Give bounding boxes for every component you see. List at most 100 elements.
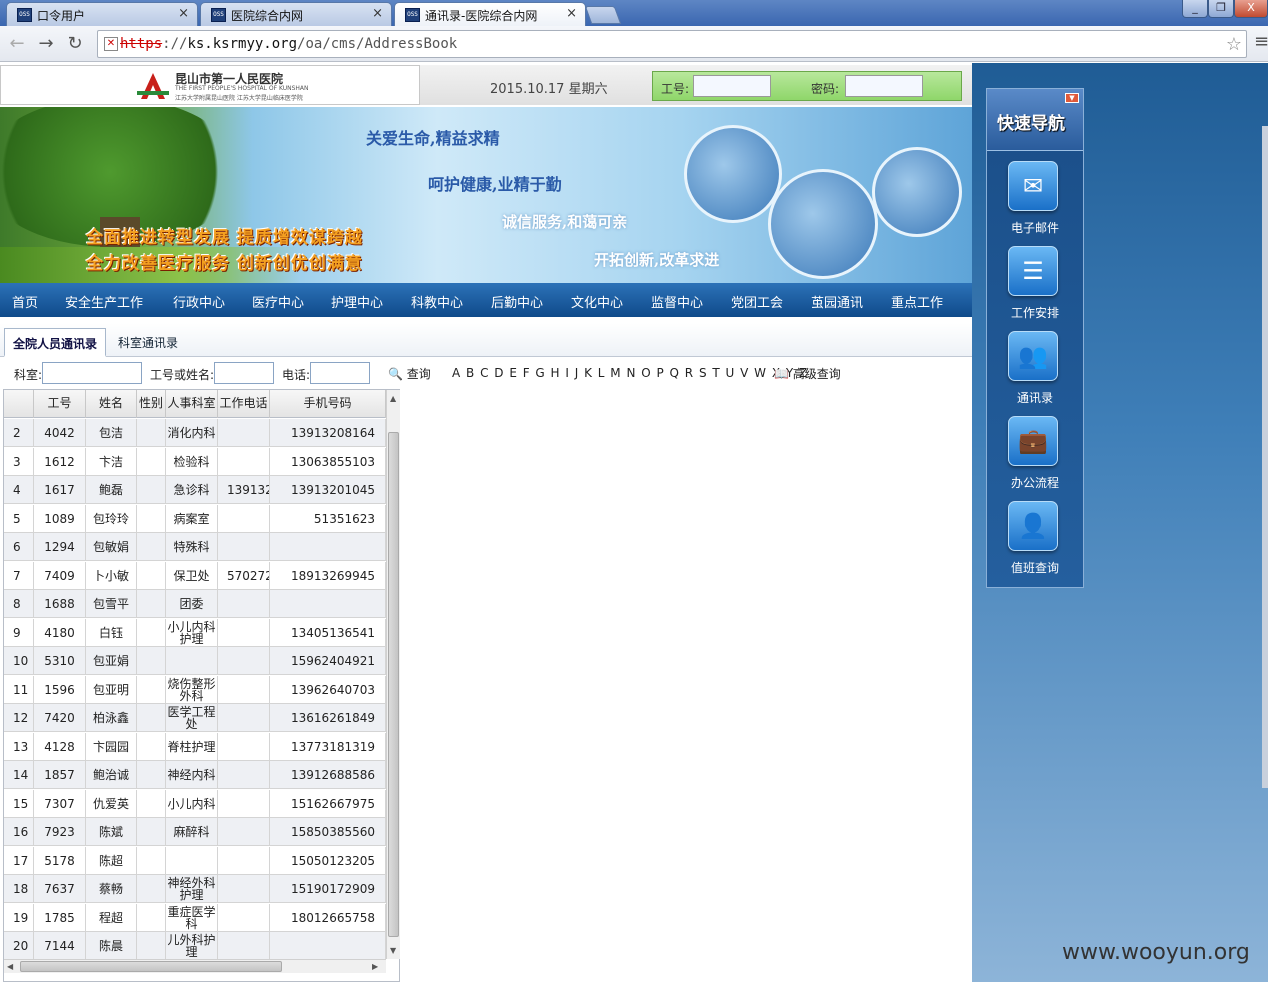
insecure-lock-icon[interactable]: ✕ <box>104 37 118 51</box>
table-row[interactable]: 17 5178 陈超 15050123205 <box>4 846 386 875</box>
nav-safety[interactable]: 安全生产工作 <box>65 292 143 311</box>
main-nav: 首页 安全生产工作 行政中心 医疗中心 护理中心 科教中心 后勤中心 文化中心 … <box>0 283 972 317</box>
cell-department: 小儿内科 <box>166 789 218 818</box>
table-row[interactable]: 16 7923 陈斌 麻醉科 15850385560 <box>4 818 386 846</box>
column-header-staff-name[interactable]: 姓名 <box>86 390 137 418</box>
table-row[interactable]: 15 7307 仇爱英 小儿内科 15162667975 <box>4 789 386 818</box>
hospital-affiliation: 江苏大学附属昆山医院 江苏大学昆山临床医学院 <box>175 95 303 102</box>
nav-culture[interactable]: 文化中心 <box>571 292 623 311</box>
close-tab-icon[interactable]: × <box>178 6 189 21</box>
table-row[interactable]: 3 1612 卞洁 检验科 13063855103 <box>4 447 386 476</box>
quick-nav-duty[interactable]: 👤 值班查询 <box>987 501 1083 581</box>
nav-newsletter[interactable]: 茧园通讯 <box>811 292 863 311</box>
forward-arrow-icon[interactable]: → <box>35 33 57 55</box>
tab-all-staff[interactable]: 全院人员通讯录 <box>4 328 107 357</box>
horizontal-scrollbar[interactable]: ◀ ▶ <box>4 959 386 973</box>
cell-row-number: 18 <box>4 875 34 903</box>
login-id-input[interactable] <box>693 75 771 97</box>
column-header-department[interactable]: 人事科室 <box>166 390 218 418</box>
dept-label: 科室: <box>14 368 43 382</box>
bookmark-star-icon[interactable]: ☆ <box>1226 34 1242 55</box>
vertical-scroll-thumb[interactable] <box>388 432 399 937</box>
column-header-work-phone[interactable]: 工作电话 <box>218 390 270 418</box>
cell-staff-name: 包玲玲 <box>86 504 137 533</box>
browser-menu-icon[interactable]: ≡ <box>1254 31 1268 52</box>
close-tab-icon[interactable]: × <box>566 6 577 21</box>
nav-medical[interactable]: 医疗中心 <box>252 292 304 311</box>
back-arrow-icon[interactable]: ← <box>6 33 28 55</box>
query-button[interactable]: 🔍 查询 <box>388 365 431 382</box>
phone-input[interactable] <box>310 362 370 384</box>
nav-party[interactable]: 党团工会 <box>731 292 783 311</box>
tab-departments[interactable]: 科室通讯录 <box>110 328 186 357</box>
collapse-icon[interactable]: ▼ <box>1065 93 1079 103</box>
table-row[interactable]: 13 4128 卞园园 脊柱护理 13773181319 <box>4 732 386 761</box>
new-tab-button[interactable] <box>584 6 622 24</box>
maximize-button[interactable]: ❐ <box>1208 0 1234 18</box>
table-row[interactable]: 20 7144 陈晨 儿外科护理 <box>4 932 386 959</box>
minimize-button[interactable]: _ <box>1182 0 1208 18</box>
table-row[interactable]: 6 1294 包敏娟 特殊科 <box>4 533 386 561</box>
nav-logistics[interactable]: 后勤中心 <box>491 292 543 311</box>
column-header-mobile-phone[interactable]: 手机号码 <box>270 390 386 418</box>
cell-row-number: 11 <box>4 675 34 704</box>
cell-staff-id: 7420 <box>34 704 86 732</box>
hospital-entrance-photo <box>872 147 962 237</box>
quick-nav-schedule[interactable]: ☰ 工作安排 <box>987 246 1083 326</box>
table-row[interactable]: 8 1688 包雪平 团委 <box>4 590 386 618</box>
table-row[interactable]: 77409卜小敏保卫处570272318913269945 <box>4 561 386 590</box>
page-scrollbar[interactable] <box>1262 126 1268 788</box>
nav-home[interactable]: 首页 <box>12 292 38 311</box>
address-bar[interactable]: ✕ https://ks.ksrmyy.org/oa/cms/AddressBo… <box>97 30 1247 58</box>
cell-gender <box>137 903 166 932</box>
banner-motto-2: 呵护健康,业精于勤 <box>428 175 562 194</box>
table-row[interactable]: 11 1596 包亚明 烧伤整形外科 13962640703 <box>4 675 386 704</box>
table-row[interactable]: 2 4042 包洁 消化内科 13913208164 <box>4 419 386 447</box>
table-row[interactable]: 19 1785 程超 重症医学科 18012665758 <box>4 903 386 932</box>
horizontal-scroll-thumb[interactable] <box>20 961 282 972</box>
browser-tab-2[interactable]: OSS 医院综合内网 × <box>200 2 392 26</box>
table-row[interactable]: 14 1857 鲍治诚 神经内科 13912688586 <box>4 761 386 789</box>
id-name-input[interactable] <box>214 362 274 384</box>
cell-row-number: 10 <box>4 647 34 675</box>
quick-nav-email[interactable]: ✉ 电子邮件 <box>987 161 1083 241</box>
scroll-right-icon[interactable]: ▶ <box>372 962 378 971</box>
dept-input[interactable] <box>42 362 142 384</box>
scroll-left-icon[interactable]: ◀ <box>7 962 13 971</box>
table-row[interactable]: 18 7637 蔡畅 神经外科护理 15190172909 <box>4 875 386 903</box>
close-tab-icon[interactable]: × <box>372 6 383 21</box>
nav-supervision[interactable]: 监督中心 <box>651 292 703 311</box>
hospital-campus-photo <box>768 169 878 279</box>
vertical-scrollbar[interactable]: ▲ ▼ <box>386 390 400 959</box>
table-row[interactable]: 41617鲍磊 急诊科139132013913201045 <box>4 476 386 504</box>
hospital-logo[interactable]: 昆山市第一人民医院 THE FIRST PEOPLE'S HOSPITAL OF… <box>0 65 420 105</box>
column-header-staff-id[interactable]: 工号 <box>34 390 86 418</box>
advanced-query-button[interactable]: 📖 高级查询 <box>774 365 841 382</box>
cell-staff-id: 7637 <box>34 875 86 903</box>
column-header-row-number[interactable] <box>4 390 34 418</box>
quick-nav-addressbook[interactable]: 👥 通讯录 <box>987 331 1083 411</box>
scroll-down-icon[interactable]: ▼ <box>390 946 396 955</box>
browser-tab-3[interactable]: OSS 通讯录-医院综合内网 × <box>394 2 586 26</box>
cell-staff-id: 7307 <box>34 789 86 818</box>
table-row[interactable]: 10 5310 包亚娟 15962404921 <box>4 647 386 675</box>
nav-nursing[interactable]: 护理中心 <box>331 292 383 311</box>
letter-index[interactable]: A B C D E F G H I J K L M N O P Q R S T … <box>452 366 808 380</box>
cell-gender <box>137 761 166 789</box>
table-row[interactable]: 9 4180 白钰 小儿内科护理 13405136541 <box>4 618 386 647</box>
scroll-up-icon[interactable]: ▲ <box>390 394 396 403</box>
nav-education[interactable]: 科教中心 <box>411 292 463 311</box>
quick-nav-workflow[interactable]: 💼 办公流程 <box>987 416 1083 496</box>
table-row[interactable]: 12 7420 柏泳鑫 医学工程处 13616261849 <box>4 704 386 732</box>
reload-icon[interactable]: ↻ <box>64 33 86 55</box>
login-password-input[interactable] <box>845 75 923 97</box>
cell-staff-name: 鲍治诚 <box>86 761 137 789</box>
close-window-button[interactable]: X <box>1234 0 1268 18</box>
cell-row-number: 14 <box>4 761 34 789</box>
column-header-gender[interactable]: 性别 <box>137 390 166 418</box>
book-icon: 📖 <box>774 367 789 381</box>
browser-tab-1[interactable]: OSS 口令用户 × <box>6 2 198 26</box>
nav-key-work[interactable]: 重点工作 <box>891 292 943 311</box>
nav-admin[interactable]: 行政中心 <box>173 292 225 311</box>
table-row[interactable]: 5 1089 包玲玲 病案室 51351623 <box>4 504 386 533</box>
